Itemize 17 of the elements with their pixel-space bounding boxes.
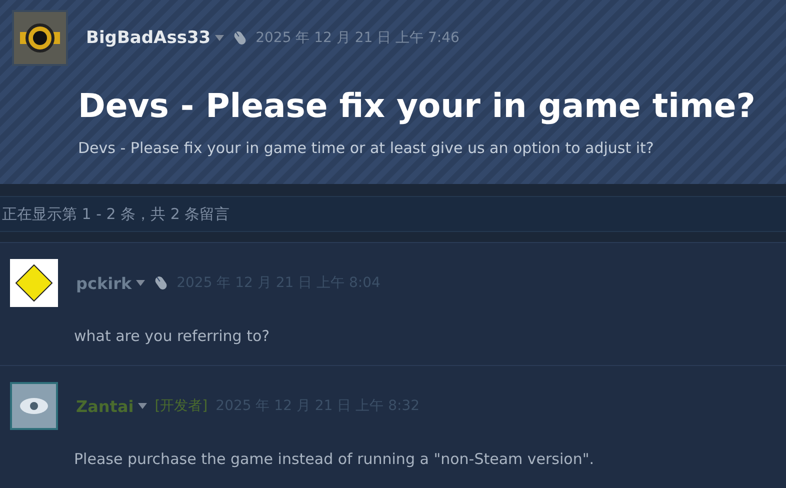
author-link[interactable]: pckirk [76,274,132,292]
comment-body: Please purchase the game instead of running a "non-Steam version". [74,450,596,468]
post-body: Devs - Please fix your in game time or at least give us an option to adjust it? [78,139,655,157]
comment-body: what are you referring to? [74,327,271,345]
avatar-image[interactable] [12,10,68,66]
author-link[interactable]: BigBadAss33 [86,28,211,48]
post-title: Devs - Please fix your in game time? [78,86,756,125]
caret-icon[interactable] [138,403,147,409]
road-sign-icon [15,264,53,302]
mouse-icon [232,29,248,47]
post-date: 2025 年 12 月 21 日 上午 7:46 [256,29,460,47]
author-link[interactable]: Zantai [76,396,134,416]
caret-icon[interactable] [136,280,145,286]
comment-count: 正在显示第 1 - 2 条，共 2 条留言 [0,196,786,232]
developer-label: [开发者] [154,397,208,415]
eye-drawing [19,396,49,416]
caret-icon[interactable] [214,35,224,41]
